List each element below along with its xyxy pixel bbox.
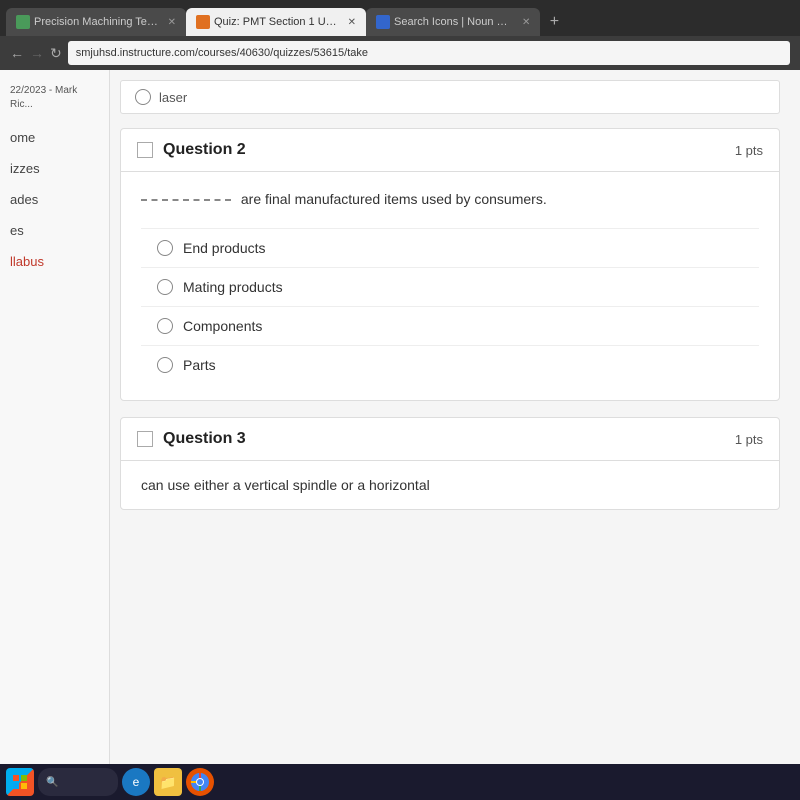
- option-end-products[interactable]: End products: [141, 229, 759, 268]
- sidebar-item-syllabus[interactable]: llabus: [0, 246, 109, 277]
- radio-components[interactable]: [157, 318, 173, 334]
- radio-parts[interactable]: [157, 357, 173, 373]
- tab-icon-3: [376, 15, 390, 29]
- option-end-products-label: End products: [183, 240, 266, 256]
- windows-start-button[interactable]: [6, 768, 34, 796]
- sidebar-item-quizzes[interactable]: izzes: [0, 153, 109, 184]
- new-tab-button[interactable]: +: [540, 8, 568, 36]
- option-components-label: Components: [183, 318, 262, 334]
- question-3-card: Question 3 1 pts can use either a vertic…: [120, 417, 780, 510]
- nav-forward[interactable]: →: [30, 45, 44, 61]
- sidebar-item-grades[interactable]: ades: [0, 184, 109, 215]
- tab-close-3[interactable]: ✕: [522, 17, 530, 28]
- nav-back[interactable]: ←: [10, 45, 24, 61]
- tab-label-2: Quiz: PMT Section 1 Unit 1 Quiz: [214, 16, 340, 28]
- question-2-body: are final manufactured items used by con…: [121, 172, 779, 400]
- prev-radio-circle: [135, 89, 151, 105]
- question-2-title: Question 2: [163, 141, 725, 159]
- question-2-blank: [141, 199, 231, 201]
- radio-mating-products[interactable]: [157, 279, 173, 295]
- taskbar-search[interactable]: 🔍: [38, 768, 118, 796]
- question-2-card: Question 2 1 pts are final manufactured …: [120, 128, 780, 401]
- prev-option-label: laser: [159, 90, 187, 105]
- address-input[interactable]: [68, 41, 790, 65]
- option-mating-products[interactable]: Mating products: [141, 268, 759, 307]
- tab-icon-1: [16, 15, 30, 29]
- address-bar: ← → ↻: [0, 36, 800, 70]
- option-parts-label: Parts: [183, 357, 216, 373]
- taskbar-search-icon: 🔍: [46, 777, 58, 788]
- question-2-header: Question 2 1 pts: [121, 129, 779, 172]
- main-content: laser Question 2 1 pts are final manufac…: [110, 70, 800, 764]
- question-2-options: End products Mating products Components: [141, 228, 759, 384]
- taskbar-edge-icon[interactable]: e: [122, 768, 150, 796]
- tab-close-1[interactable]: ✕: [168, 17, 176, 28]
- sidebar-item-home[interactable]: ome: [0, 122, 109, 153]
- tab-label-3: Search Icons | Noun Project: [394, 16, 514, 28]
- question-3-pts: 1 pts: [735, 432, 763, 447]
- option-components[interactable]: Components: [141, 307, 759, 346]
- question-3-checkbox[interactable]: [137, 431, 153, 447]
- question-3-body: can use either a vertical spindle or a h…: [121, 461, 779, 509]
- sidebar-item-pages[interactable]: es: [0, 215, 109, 246]
- taskbar-folder-icon[interactable]: 📁: [154, 768, 182, 796]
- sidebar-meta: 22/2023 - Mark Ric...: [0, 80, 109, 122]
- question-2-body-text: are final manufactured items used by con…: [241, 191, 547, 207]
- tab-quiz[interactable]: Quiz: PMT Section 1 Unit 1 Quiz ✕: [186, 8, 366, 36]
- prev-question-answer: laser: [120, 80, 780, 114]
- sidebar: 22/2023 - Mark Ric... ome izzes ades es …: [0, 70, 110, 764]
- taskbar-chrome-icon[interactable]: [186, 768, 214, 796]
- question-3-header: Question 3 1 pts: [121, 418, 779, 461]
- tab-bar: Precision Machining Technology ✕ Quiz: P…: [0, 0, 800, 36]
- option-parts[interactable]: Parts: [141, 346, 759, 384]
- tab-close-2[interactable]: ✕: [348, 17, 356, 28]
- question-2-pts: 1 pts: [735, 143, 763, 158]
- tab-noun-project[interactable]: Search Icons | Noun Project ✕: [366, 8, 540, 36]
- prev-radio-option: laser: [135, 89, 765, 105]
- tab-precision-machining[interactable]: Precision Machining Technology ✕: [6, 8, 186, 36]
- radio-end-products[interactable]: [157, 240, 173, 256]
- taskbar: 🔍 e 📁: [0, 764, 800, 800]
- tab-icon-2: [196, 15, 210, 29]
- question-2-text: are final manufactured items used by con…: [141, 188, 759, 210]
- browser-content: 22/2023 - Mark Ric... ome izzes ades es …: [0, 70, 800, 764]
- tab-label-1: Precision Machining Technology: [34, 16, 160, 28]
- option-mating-products-label: Mating products: [183, 279, 283, 295]
- question-3-text: can use either a vertical spindle or a h…: [141, 477, 430, 493]
- question-3-title: Question 3: [163, 430, 725, 448]
- nav-refresh[interactable]: ↻: [50, 45, 62, 62]
- question-2-checkbox[interactable]: [137, 142, 153, 158]
